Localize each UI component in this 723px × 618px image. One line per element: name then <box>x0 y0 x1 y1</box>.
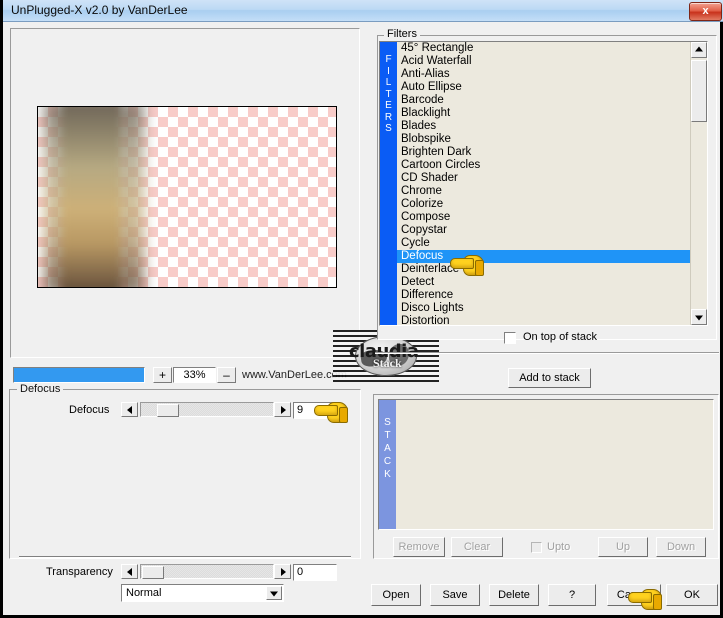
delete-button[interactable]: Delete <box>489 584 539 606</box>
transparency-slider-track[interactable] <box>140 564 274 579</box>
transparency-slider-thumb[interactable] <box>142 566 164 579</box>
filter-list-item[interactable]: Cartoon Circles <box>397 159 690 172</box>
scroll-down-icon[interactable] <box>691 309 707 325</box>
filters-listbox[interactable]: FILTERS 45° Rectangle Acid Waterfall Anti-… <box>379 41 708 326</box>
cancel-button[interactable]: Cancel <box>607 584 661 606</box>
effect-group-title: Defocus <box>17 383 64 395</box>
clear-button[interactable]: Clear <box>451 537 503 557</box>
defocus-value-input[interactable]: 9 <box>293 402 337 419</box>
save-button[interactable]: Save <box>430 584 480 606</box>
filter-list-item[interactable]: 45° Rectangle <box>397 42 690 55</box>
filter-list-item[interactable]: Distortion <box>397 315 690 325</box>
on-top-of-stack-checkbox[interactable] <box>504 332 516 344</box>
blend-mode-select[interactable]: Normal <box>121 584 284 602</box>
upto-label: Upto <box>547 541 571 553</box>
zoom-progress-fill <box>14 368 144 382</box>
filter-list-item[interactable]: Blobspike <box>397 133 690 146</box>
help-button[interactable]: ? <box>548 584 596 606</box>
filter-list-item[interactable]: Disco Lights <box>397 302 690 315</box>
filter-list-item[interactable]: Auto Ellipse <box>397 81 690 94</box>
preview-image-core <box>62 107 120 287</box>
unplugged-x-dialog: UnPlugged-X v2.0 by VanDerLee x + 33% – … <box>0 0 723 618</box>
zoom-in-button[interactable]: + <box>153 367 172 383</box>
filter-list-item[interactable]: Barcode <box>397 94 690 107</box>
filter-list-item[interactable]: Difference <box>397 289 690 302</box>
filters-sidebar-label: FILTERS <box>380 42 397 325</box>
stack-listbox[interactable]: STACK <box>378 399 714 530</box>
filter-list-item[interactable]: Chrome <box>397 185 690 198</box>
filters-list[interactable]: 45° Rectangle Acid Waterfall Anti-Alias Aut… <box>397 42 690 325</box>
filter-list-item[interactable]: Blacklight <box>397 107 690 120</box>
watermark-sub-text: Stack <box>373 356 402 370</box>
website-label: www.VanDerLee.com <box>242 369 347 381</box>
transparency-value-input[interactable]: 0 <box>293 564 337 581</box>
right-panel-divider <box>375 352 719 354</box>
on-top-of-stack-label: On top of stack <box>523 331 597 343</box>
transparency-decrement-button[interactable] <box>121 564 138 579</box>
filter-list-item[interactable]: Colorize <box>397 198 690 211</box>
filters-scrollbar[interactable] <box>690 42 707 325</box>
defocus-slider-thumb[interactable] <box>157 404 179 417</box>
settings-divider <box>19 556 351 558</box>
filter-list-item[interactable]: Blades <box>397 120 690 133</box>
filter-list-item[interactable]: Deinterlace <box>397 263 690 276</box>
window-title: UnPlugged-X v2.0 by VanDerLee <box>11 3 188 17</box>
add-to-stack-button[interactable]: Add to stack <box>508 368 591 388</box>
transparency-slider-label: Transparency <box>46 566 113 578</box>
remove-button[interactable]: Remove <box>393 537 445 557</box>
scrollbar-thumb[interactable] <box>691 60 707 122</box>
defocus-decrement-button[interactable] <box>121 402 138 417</box>
zoom-level-value: 33% <box>173 367 216 383</box>
filter-list-item[interactable]: Detect <box>397 276 690 289</box>
defocus-slider-label: Defocus <box>69 404 110 416</box>
defocus-slider-track[interactable] <box>140 402 274 417</box>
defocus-increment-button[interactable] <box>274 402 291 417</box>
zoom-progress-bar <box>13 367 145 383</box>
filter-list-item[interactable]: Copystar <box>397 224 690 237</box>
filter-list-item[interactable]: Anti-Alias <box>397 68 690 81</box>
scroll-up-icon[interactable] <box>691 42 707 58</box>
filter-list-item[interactable]: Brighten Dark <box>397 146 690 159</box>
zoom-out-button[interactable]: – <box>217 367 236 383</box>
filters-group-title: Filters <box>384 28 420 40</box>
transparency-increment-button[interactable] <box>274 564 291 579</box>
title-bar: UnPlugged-X v2.0 by VanDerLee x <box>3 0 723 22</box>
globe-icon <box>355 336 417 376</box>
filter-list-item[interactable]: CD Shader <box>397 172 690 185</box>
open-button[interactable]: Open <box>371 584 421 606</box>
close-icon[interactable]: x <box>689 2 722 21</box>
ok-button[interactable]: OK <box>666 584 718 606</box>
preview-image[interactable] <box>37 106 337 288</box>
blend-mode-value: Normal <box>126 587 162 599</box>
filter-list-item[interactable]: Cycle <box>397 237 690 250</box>
stack-list[interactable] <box>396 400 713 529</box>
filter-list-item[interactable]: Acid Waterfall <box>397 55 690 68</box>
upto-checkbox[interactable] <box>531 542 542 553</box>
move-down-button[interactable]: Down <box>656 537 706 557</box>
filter-list-item[interactable]: Compose <box>397 211 690 224</box>
preview-panel <box>10 28 360 358</box>
filter-list-item[interactable]: Defocus <box>397 250 690 263</box>
move-up-button[interactable]: Up <box>598 537 648 557</box>
stack-sidebar-label: STACK <box>379 400 396 529</box>
chevron-down-icon[interactable] <box>266 586 282 600</box>
